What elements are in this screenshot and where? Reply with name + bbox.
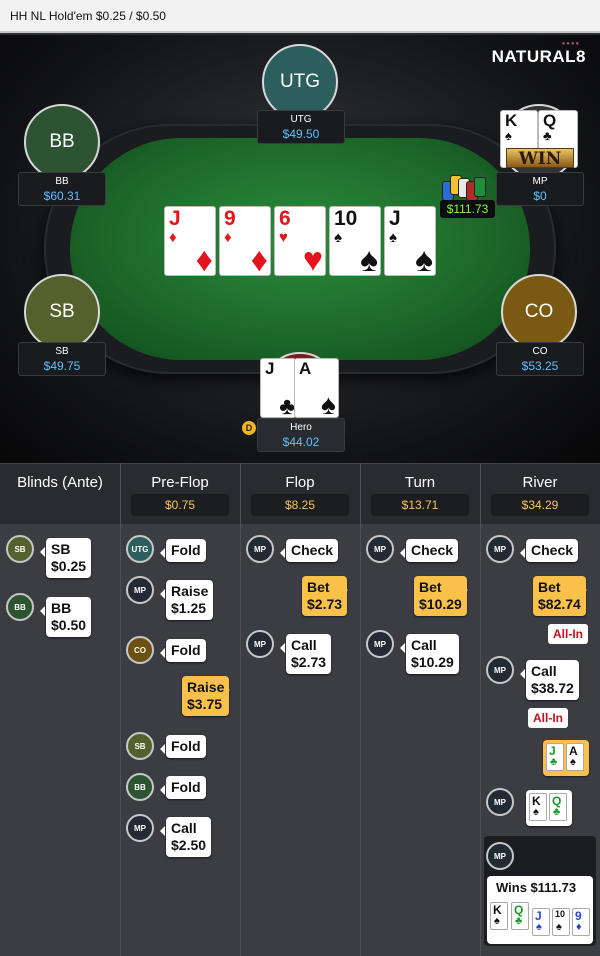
pos-badge-sb: SB (6, 535, 34, 563)
action-river-mp-call: Call $38.72 (520, 660, 579, 700)
pot-chip-stack (440, 175, 490, 203)
action-preflop-bb-fold: Fold (160, 776, 206, 799)
seat-mp-plate: MP $0 (496, 172, 584, 206)
pos-badge-sb: SB (126, 732, 154, 760)
win-badge: WIN (506, 148, 574, 169)
winning-hand-card-4: 10 ♠ (552, 908, 570, 936)
col-divider (480, 463, 481, 956)
pos-badge-bb: BB (126, 773, 154, 801)
seat-hero-plate: Hero $44.02 (257, 418, 345, 452)
seat-co-plate: CO $53.25 (496, 342, 584, 376)
street-pot-flop: $8.25 (251, 494, 349, 516)
winning-hand-card-1: K ♠ (490, 902, 508, 930)
pos-badge-utg: UTG (126, 535, 154, 563)
col-divider (120, 463, 121, 956)
action-preflop-co-fold: Fold (160, 639, 206, 662)
action-river-hero-bet: Bet $82.74 (533, 576, 587, 616)
seat-bb-name: BB (55, 176, 69, 187)
seat-mp-stack: $0 (533, 189, 547, 203)
winning-hand-card-2: Q ♣ (511, 902, 529, 930)
action-preflop-utg-fold: Fold (160, 539, 206, 562)
action-blind-bb: BB $0.50 (39, 597, 92, 637)
pos-badge-bb: BB (6, 593, 34, 621)
seat-bb-stack: $60.31 (43, 189, 81, 203)
allin-tag: All-In (528, 708, 568, 728)
winning-hand-card-3: J ♠ (532, 908, 550, 936)
action-river-mp-check: Check (519, 539, 579, 562)
showdown-hero-card-2: A ♠ (566, 743, 584, 771)
action-preflop-sb-fold: Fold (160, 735, 206, 758)
hero-hole-card-1: J ♣ (260, 358, 296, 418)
title-bar: HH NL Hold'em $0.25 / $0.50 (0, 0, 600, 33)
seat-utg-avatar[interactable]: UTG (262, 44, 338, 120)
natural8-logo: NATURAL8 ●●●● (491, 41, 586, 66)
winner-box: MP Wins $111.73 K ♠ Q ♣ J ♠ 10 ♠ 9 ♦ (484, 836, 596, 946)
pos-badge-mp: MP (246, 535, 274, 563)
action-turn-hero-bet: Bet $10.29 (414, 576, 468, 616)
col-divider (240, 463, 241, 956)
pos-badge-mp: MP (486, 535, 514, 563)
board-card-2: 9 ♦ ♦ (219, 206, 271, 276)
seat-hero-name: Hero (290, 422, 312, 433)
showdown-hero-cards: J ♣ A ♠ (543, 740, 589, 776)
seat-bb-plate: BB $60.31 (18, 172, 106, 206)
street-name-river: River (522, 474, 558, 491)
board-card-3: 6 ♥ ♥ (274, 206, 326, 276)
pos-badge-mp: MP (486, 788, 514, 816)
board-card-1: J ♦ ♦ (164, 206, 216, 276)
seat-sb-name: SB (55, 346, 69, 357)
seat-co-name: CO (532, 346, 548, 357)
seat-utg-stack: $49.50 (282, 127, 320, 141)
pos-badge-co: CO (126, 636, 154, 664)
hero-hole-card-2: A ♠ (294, 358, 339, 418)
showdown-mp-card-2: Q ♣ (549, 793, 567, 821)
col-divider (360, 463, 361, 956)
pos-badge-mp: MP (486, 842, 514, 870)
hand-title: HH NL Hold'em $0.25 / $0.50 (10, 9, 166, 23)
seat-utg-plate: UTG $49.50 (257, 110, 345, 144)
pos-badge-mp: MP (126, 576, 154, 604)
seat-sb-avatar[interactable]: SB (24, 274, 100, 350)
street-pot-river: $34.29 (491, 494, 589, 516)
showdown-mp-card-1: K ♠ (529, 793, 547, 821)
action-flop-mp-check: Check (279, 539, 339, 562)
pos-badge-mp: MP (366, 630, 394, 658)
seat-co-stack: $53.25 (521, 359, 559, 373)
seat-mp-name: MP (532, 176, 548, 187)
winning-hand-card-5: 9 ♦ (572, 908, 590, 936)
pos-badge-mp: MP (126, 814, 154, 842)
seat-sb-stack: $49.75 (43, 359, 81, 373)
seat-sb-plate: SB $49.75 (18, 342, 106, 376)
dealer-button: D (242, 421, 256, 435)
winner-panel: Wins $111.73 K ♠ Q ♣ J ♠ 10 ♠ 9 ♦ (487, 876, 593, 944)
board-card-4: 10 ♠ ♠ (329, 206, 381, 276)
board-card-5: J ♠ ♠ (384, 206, 436, 276)
street-pot-preflop: $0.75 (131, 494, 229, 516)
action-turn-mp-call: Call $10.29 (400, 634, 459, 674)
seat-utg-name: UTG (290, 114, 312, 125)
action-blind-sb: SB $0.25 (39, 538, 92, 578)
seat-hero-stack: $44.02 (282, 435, 320, 449)
seat-co-avatar[interactable]: CO (501, 274, 577, 350)
street-pot-turn: $13.71 (371, 494, 469, 516)
pos-badge-mp: MP (246, 630, 274, 658)
action-preflop-mp-call: Call $2.50 (159, 817, 212, 857)
action-preflop-hero-raise: Raise $3.75 (182, 676, 231, 716)
pos-badge-mp: MP (486, 656, 514, 684)
seat-bb-avatar[interactable]: BB (24, 104, 100, 180)
action-flop-hero-bet: Bet $2.73 (302, 576, 349, 616)
action-flop-mp-call: Call $2.73 (279, 634, 332, 674)
showdown-mp-cards: K ♠ Q ♣ (526, 790, 572, 826)
pot-amount: $111.73 (440, 200, 495, 218)
street-name-blinds: Blinds (Ante) (17, 474, 103, 491)
street-name-preflop: Pre-Flop (151, 474, 209, 491)
pos-badge-mp: MP (366, 535, 394, 563)
street-name-flop: Flop (285, 474, 315, 491)
action-turn-mp-check: Check (399, 539, 459, 562)
street-name-turn: Turn (404, 474, 436, 491)
action-preflop-mp-raise: Raise $1.25 (159, 580, 214, 620)
winner-text: Wins $111.73 (496, 880, 577, 895)
allin-tag: All-In (548, 624, 588, 644)
showdown-hero-card-1: J ♣ (546, 743, 564, 771)
